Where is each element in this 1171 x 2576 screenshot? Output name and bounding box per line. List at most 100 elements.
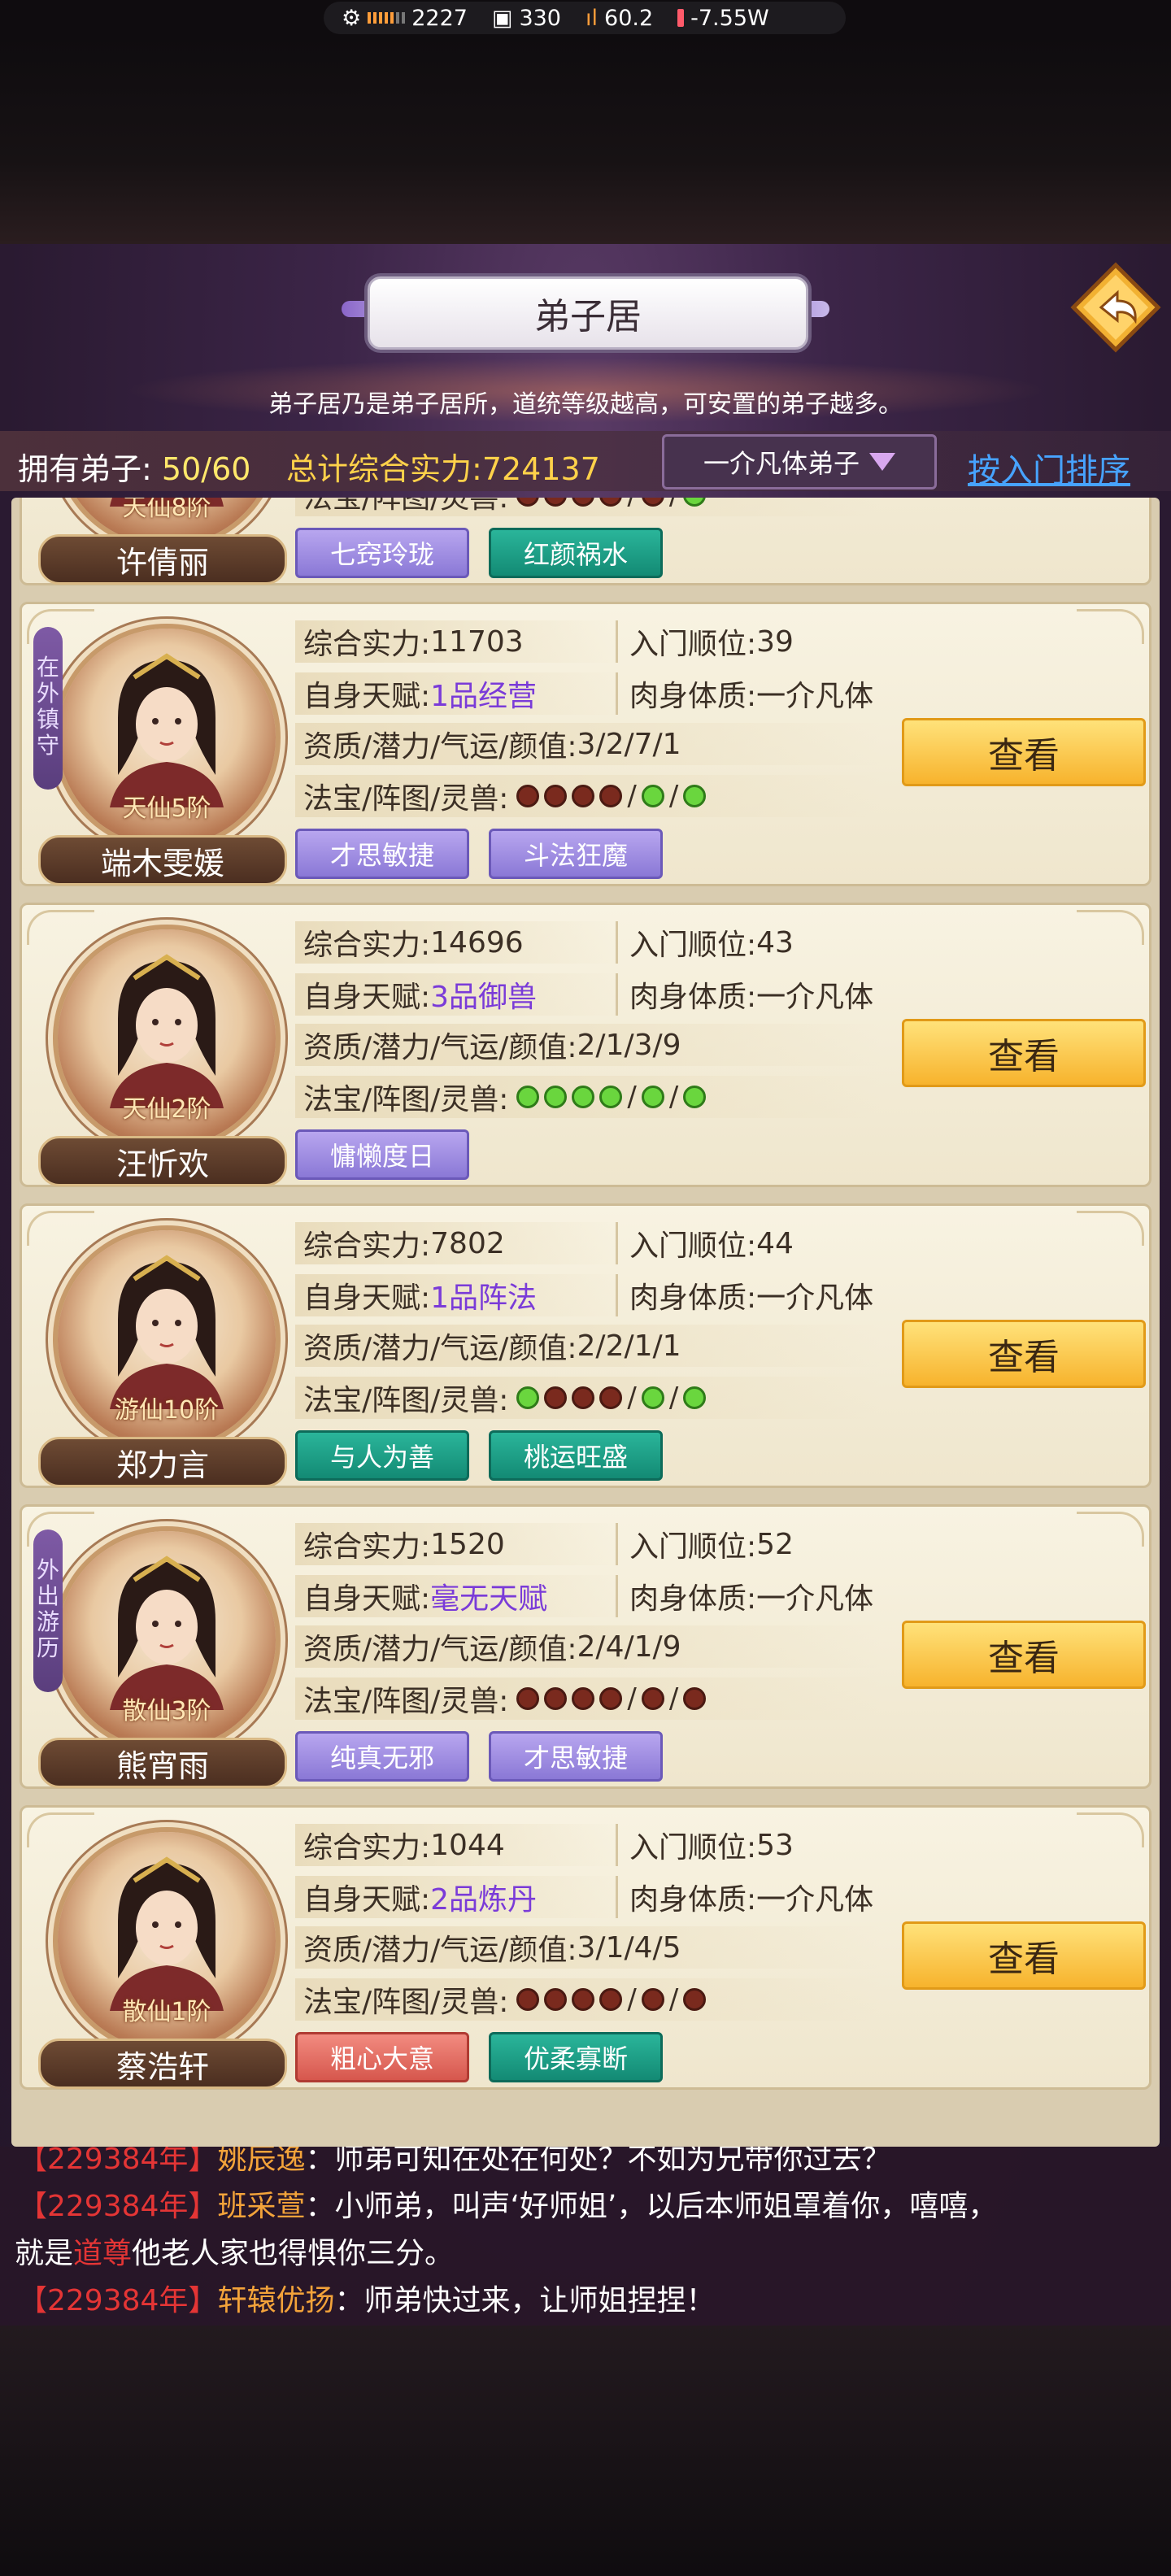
- treasure-row: 法宝/阵图/灵兽://: [295, 1377, 881, 1419]
- avatar[interactable]: 游仙10阶: [58, 1230, 276, 1448]
- fps-readout: ıl 60.2: [586, 6, 653, 31]
- treasure-dot: [683, 1687, 707, 1710]
- disciple-name: 许倩丽: [38, 534, 287, 585]
- treasure-dot: [516, 1386, 540, 1409]
- trait-tag[interactable]: 优柔寡断: [489, 2032, 663, 2082]
- talent-row: 自身天赋: 2品炼丹: [295, 1876, 620, 1918]
- view-button[interactable]: 查看: [902, 1921, 1146, 1990]
- rank-label: 游仙10阶: [114, 1396, 220, 1425]
- view-button[interactable]: 查看: [902, 1621, 1146, 1689]
- treasure-dot: [544, 1988, 568, 2011]
- trait-tag[interactable]: 纯真无邪: [295, 1731, 469, 1782]
- avatar[interactable]: 天仙2阶: [58, 929, 276, 1147]
- portrait-icon: [110, 1556, 224, 1710]
- treasure-dot: [544, 1086, 568, 1108]
- treasure-dot: [641, 1687, 664, 1710]
- physique-row: 肉身体质: 一介凡体: [616, 1274, 873, 1316]
- treasure-row: 法宝/阵图/灵兽://: [295, 775, 881, 817]
- trait-tag[interactable]: 慵懒度日: [295, 1129, 469, 1180]
- rank-label: 散仙3阶: [122, 1697, 211, 1725]
- card-corner-ornament: [1077, 1512, 1144, 1547]
- performance-pill: ⚙ 2227 ▣ 330 ıl 60.2 -7.55W: [324, 2, 846, 34]
- card-corner-ornament: [27, 910, 94, 945]
- chat-line-continued: 就是道尊他老人家也得惧你三分。: [15, 2237, 455, 2270]
- view-button[interactable]: 查看: [902, 1019, 1146, 1087]
- treasure-dot: [516, 498, 540, 507]
- trait-tag[interactable]: 斗法狂魔: [489, 829, 663, 879]
- filter-dropdown[interactable]: 一介凡体弟子: [662, 434, 937, 490]
- card-corner-ornament: [27, 1812, 94, 1847]
- status-bar: ⚙ 2227 ▣ 330 ıl 60.2 -7.55W: [0, 0, 1171, 37]
- disciple-card[interactable]: 散仙1阶 蔡浩轩 综合实力: 1044 入门顺位: 53 自身天赋: 2品炼丹 肉身体质: 一介凡…: [20, 1805, 1151, 2090]
- treasure-dot: [683, 1988, 707, 2011]
- talent-row: 自身天赋: 3品御兽: [295, 973, 620, 1016]
- treasure-dot: [516, 1988, 540, 2011]
- total-power-value: 724137: [481, 451, 600, 487]
- treasure-dot: [599, 1086, 623, 1108]
- disciple-card[interactable]: 天仙2阶 汪忻欢 综合实力: 14696 入门顺位: 43 自身天赋: 3品御兽 肉身体质: 一介…: [20, 903, 1151, 1187]
- disciple-card[interactable]: 天仙8阶许倩丽法宝/阵图/灵兽:// 七窍玲珑红颜祸水: [20, 498, 1151, 585]
- treasure-dot: [599, 1988, 623, 2011]
- filter-value: 一介凡体弟子: [703, 448, 860, 479]
- top-backdrop: [0, 37, 1171, 244]
- card-corner-ornament: [1077, 1812, 1144, 1847]
- aptitude-row: 资质/潜力/气运/颜值: 3/1/4/5: [295, 1926, 881, 1969]
- back-arrow-icon: [1070, 262, 1161, 353]
- talent-row: 自身天赋: 毫无天赋: [295, 1575, 620, 1617]
- power-row: 综合实力: 14696: [295, 921, 620, 964]
- avatar[interactable]: 散仙1阶: [58, 1832, 276, 2050]
- trait-tag[interactable]: 与人为善: [295, 1430, 469, 1481]
- treasure-dot: [641, 1386, 664, 1409]
- treasure-dot: [572, 498, 595, 507]
- disciple-count-value: 50/60: [161, 451, 251, 487]
- disciple-name: 郑力言: [38, 1437, 287, 1487]
- disciple-list[interactable]: 天仙8阶许倩丽法宝/阵图/灵兽:// 七窍玲珑红颜祸水天仙5阶在外镇守端木雯媛综合…: [11, 498, 1160, 2147]
- trait-tag[interactable]: 粗心大意: [295, 2032, 469, 2082]
- trait-tag[interactable]: 红颜祸水: [489, 528, 663, 578]
- power-row: 综合实力: 1520: [295, 1523, 620, 1565]
- memory-icon: ▣: [491, 5, 513, 31]
- fps-value: 60.2: [604, 5, 654, 31]
- physique-row: 肉身体质: 一介凡体: [616, 672, 873, 715]
- trait-tag[interactable]: 七窍玲珑: [295, 528, 469, 578]
- trait-tag[interactable]: 桃运旺盛: [489, 1430, 663, 1481]
- treasure-dot: [516, 785, 540, 807]
- treasure-dot: [599, 498, 623, 507]
- treasure-dot: [572, 1988, 595, 2011]
- treasure-dot: [683, 1386, 707, 1409]
- disciple-name: 蔡浩轩: [38, 2039, 287, 2089]
- power-row: 综合实力: 1044: [295, 1824, 620, 1866]
- aptitude-row: 资质/潜力/气运/颜值: 3/2/7/1: [295, 723, 881, 765]
- power-row: 综合实力: 11703: [295, 620, 620, 663]
- treasure-dot: [516, 1086, 540, 1108]
- dropdown-arrow-icon: [869, 453, 895, 471]
- treasure-row: 法宝/阵图/灵兽://: [295, 1978, 881, 2021]
- cpu-readout: ⚙ 2227: [342, 6, 468, 31]
- treasure-dot: [516, 1687, 540, 1710]
- aptitude-row: 资质/潜力/气运/颜值: 2/2/1/1: [295, 1325, 881, 1367]
- power-value: -7.55W: [690, 5, 769, 31]
- order-row: 入门顺位: 44: [616, 1222, 794, 1264]
- treasure-dot: [572, 1386, 595, 1409]
- talent-row: 自身天赋: 1品经营: [295, 672, 620, 715]
- trait-tag[interactable]: 才思敏捷: [295, 829, 469, 879]
- avatar[interactable]: 散仙3阶: [58, 1531, 276, 1749]
- trait-tag[interactable]: 才思敏捷: [489, 1731, 663, 1782]
- back-button[interactable]: [1070, 262, 1161, 353]
- treasure-dot: [683, 1086, 707, 1108]
- view-button[interactable]: 查看: [902, 718, 1146, 786]
- rank-label: 天仙8阶: [122, 498, 211, 522]
- card-corner-ornament: [1077, 609, 1144, 644]
- sort-link[interactable]: 按入门排序: [968, 444, 1130, 491]
- talent-row: 自身天赋: 1品阵法: [295, 1274, 620, 1316]
- treasure-dot: [599, 1386, 623, 1409]
- view-button[interactable]: 查看: [902, 1320, 1146, 1388]
- chat-line: 【229384年】班采萱：小师弟，叫声‘好师姐’，以后本师姐罩着你，嘻嘻，: [18, 2190, 998, 2223]
- disciple-card[interactable]: 游仙10阶 郑力言 综合实力: 7802 入门顺位: 44 自身天赋: 1品阵法 肉身体质: 一介…: [20, 1203, 1151, 1488]
- disciple-card[interactable]: 天仙5阶 在外镇守 端木雯媛 综合实力: 11703 入门顺位: 39 自身天赋: 1品经营 肉身…: [20, 602, 1151, 886]
- avatar[interactable]: 天仙5阶: [58, 629, 276, 846]
- disciple-count: 拥有弟子: 50/60: [18, 444, 250, 489]
- treasure-dot: [641, 1086, 664, 1108]
- disciple-card[interactable]: 散仙3阶 外出游历 熊宵雨 综合实力: 1520 入门顺位: 52 自身天赋: 毫无天赋 肉身体质…: [20, 1504, 1151, 1789]
- signal-icon: [368, 12, 406, 24]
